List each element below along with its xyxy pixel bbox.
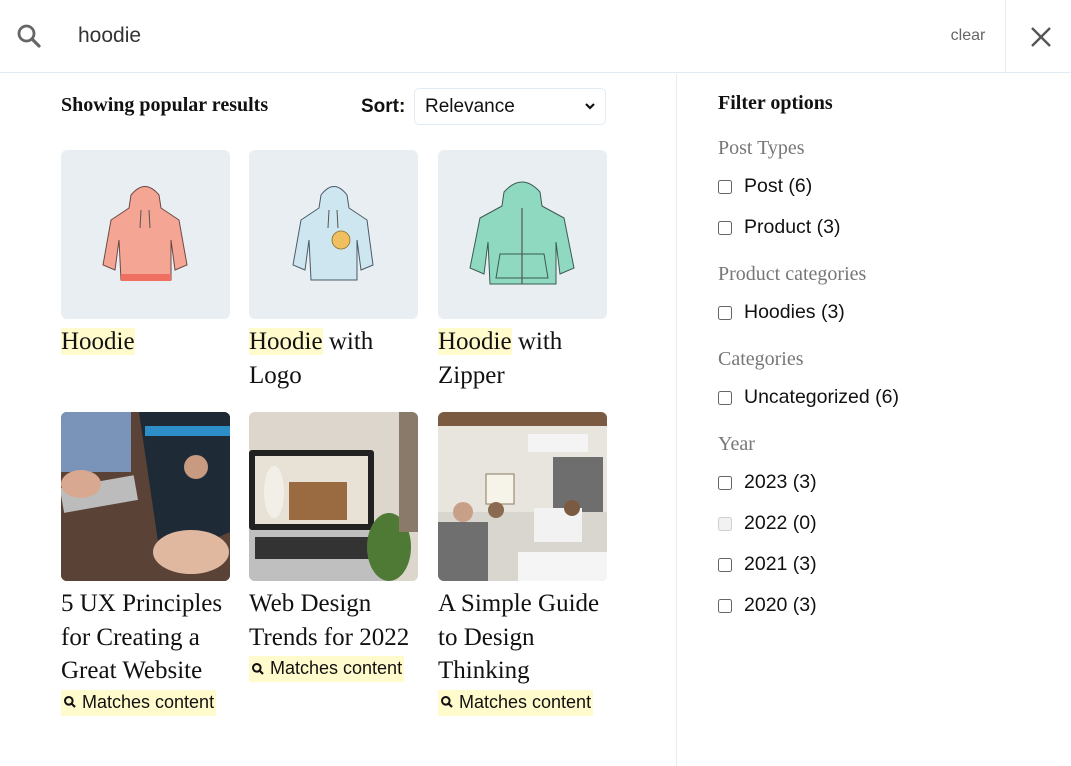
filter-option-2020[interactable]: 2020 (3) (718, 594, 817, 617)
sort-selected-value: Relevance (425, 95, 515, 117)
divider (1005, 0, 1006, 73)
filter-option-product[interactable]: Product (3) (718, 216, 840, 239)
result-title: A Simple Guide to Design Thinking (438, 590, 600, 684)
laptop-website-photo (61, 412, 230, 581)
match-badge: Matches content (438, 689, 594, 716)
green-zip-hoodie-image (438, 150, 607, 319)
filter-option-uncategorized[interactable]: Uncategorized (6) (718, 386, 899, 409)
filter-option-2023[interactable]: 2023 (3) (718, 471, 817, 494)
filter-option-post[interactable]: Post (6) (718, 175, 812, 198)
search-icon (64, 696, 76, 708)
results-panel: Showing popular results Sort: Relevance … (0, 74, 676, 766)
laptop-desk-photo (249, 412, 418, 581)
filter-option-2021[interactable]: 2021 (3) (718, 553, 817, 576)
result-title: Hoodie with Logo (249, 328, 374, 389)
search-icon (252, 662, 264, 675)
result-card[interactable]: Hoodie (61, 150, 230, 359)
result-card[interactable]: Hoodie with Logo (249, 150, 418, 392)
checkbox[interactable] (718, 598, 732, 613)
result-card[interactable]: A Simple Guide to Design Thinking Matche… (438, 412, 607, 716)
result-card[interactable]: Web Design Trends for 2022 Matches conte… (249, 412, 418, 682)
checkbox[interactable] (718, 305, 732, 320)
search-icon (441, 696, 453, 708)
result-card[interactable]: 5 UX Principles for Creating a Great Web… (61, 412, 230, 716)
checkbox-disabled (718, 516, 732, 531)
filter-group-post-types: Post Types (718, 137, 805, 159)
checkbox[interactable] (718, 179, 732, 194)
office-team-photo (438, 412, 607, 581)
result-title: 5 UX Principles for Creating a Great Web… (61, 590, 223, 684)
filter-group-year: Year (718, 433, 755, 455)
search-input[interactable] (78, 18, 898, 54)
filter-panel: Filter options Post Types Post (6) Produ… (676, 74, 1071, 766)
search-icon (16, 23, 42, 49)
result-title: Hoodie with Zipper (438, 328, 563, 389)
clear-button[interactable]: clear (940, 24, 996, 48)
sort-select[interactable]: Relevance (414, 88, 606, 125)
match-badge: Matches content (249, 656, 405, 682)
filter-group-categories: Categories (718, 348, 804, 370)
orange-hoodie-image (61, 150, 230, 319)
checkbox[interactable] (718, 475, 732, 490)
checkbox[interactable] (718, 220, 732, 235)
blue-hoodie-with-logo-image (249, 150, 418, 319)
result-title: Hoodie (61, 328, 135, 355)
filter-title: Filter options (718, 92, 833, 114)
checkbox[interactable] (718, 557, 732, 572)
results-heading: Showing popular results (61, 94, 269, 116)
filter-option-2022: 2022 (0) (718, 512, 817, 535)
sort-label: Sort: (361, 96, 406, 117)
checkbox[interactable] (718, 390, 732, 405)
result-card[interactable]: Hoodie with Zipper (438, 150, 607, 392)
close-icon (1031, 27, 1051, 47)
close-button[interactable] (1022, 18, 1060, 56)
filter-option-hoodies[interactable]: Hoodies (3) (718, 301, 845, 324)
chevron-down-icon (585, 103, 595, 110)
result-title: Web Design Trends for 2022 (249, 590, 410, 651)
match-badge: Matches content (61, 689, 217, 716)
filter-group-product-categories: Product categories (718, 263, 867, 285)
search-bar: clear (0, 0, 1071, 73)
